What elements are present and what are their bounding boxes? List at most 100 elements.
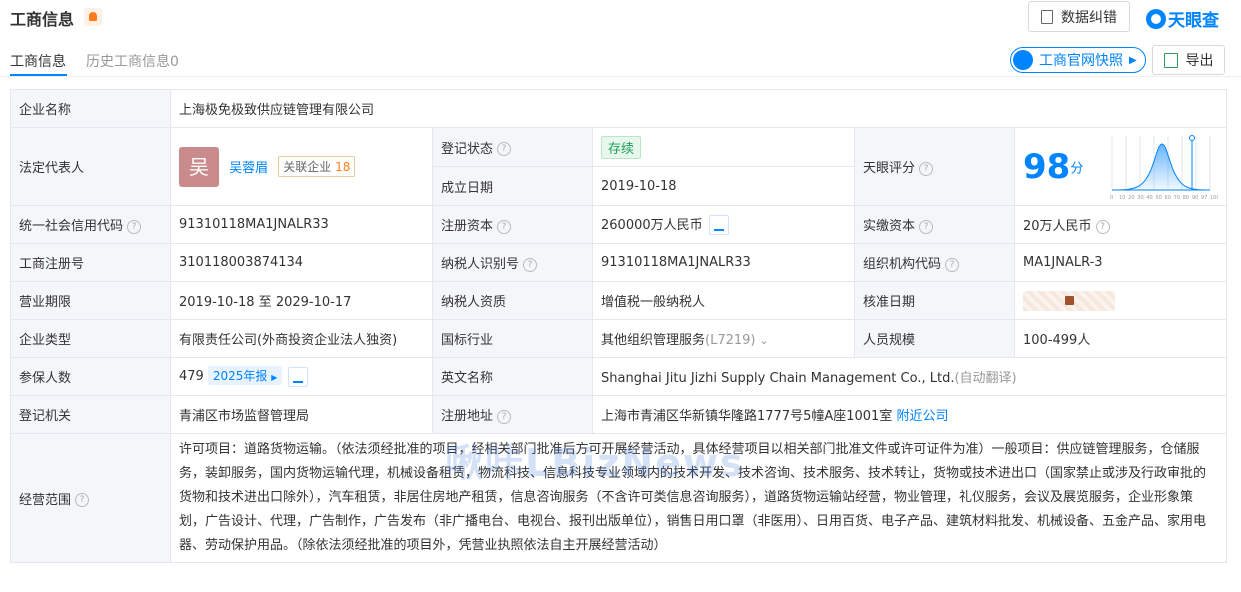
type-label: 企业类型	[10, 319, 171, 358]
english-name: Shanghai Jitu Jizhi Supply Chain Managem…	[601, 371, 955, 386]
score-cell: 98分 0 10 20 30 40 50 60 70 80 90 97 100	[1013, 127, 1228, 206]
help-icon[interactable]: ?	[919, 161, 934, 176]
org-code-label: 组织机构代码?	[854, 243, 1015, 282]
legal-rep-cell: 吴 吴蓉眉 关联企业 18	[170, 127, 433, 206]
help-icon[interactable]: ?	[1095, 219, 1110, 234]
table-row: 企业名称 上海极免极致供应链管理有限公司	[10, 89, 1228, 128]
reg-capital-cell: 260000万人民币	[592, 205, 855, 244]
term: 2019-10-18 至 2029-10-17	[170, 281, 433, 320]
auto-translate-note: (自动翻译)	[954, 371, 1017, 386]
official-snapshot-button[interactable]: 工商官网快照 ▶	[1010, 47, 1146, 73]
table-row: 登记机关 青浦区市场监督管理局 注册地址? 上海市青浦区华新镇华隆路1777号5…	[10, 395, 1228, 434]
score-tick-label: 10	[1119, 195, 1125, 201]
reg-status-label: 登记状态?	[432, 127, 593, 167]
approve-date-cell	[1013, 281, 1228, 320]
person-icon	[1013, 50, 1033, 70]
tab-business-info[interactable]: 工商信息	[10, 51, 66, 71]
industry-label: 国标行业	[432, 319, 593, 358]
related-companies-badge[interactable]: 关联企业 18	[278, 156, 356, 177]
chevron-down-icon[interactable]: ⌄	[760, 334, 769, 347]
score-marker-dot	[1189, 135, 1196, 141]
score-tick-label: 0	[1110, 195, 1113, 201]
founded-date: 2019-10-18	[592, 166, 855, 206]
reg-no: 310118003874134	[170, 243, 433, 282]
company-name-label: 企业名称	[10, 89, 171, 128]
org-code: MA1JNALR-3	[1013, 243, 1228, 282]
business-info-table: 企业名称 上海极免极致供应链管理有限公司 法定代表人 吴 吴蓉眉 关联企业 18…	[10, 89, 1228, 563]
score-label: 天眼评分?	[854, 127, 1015, 206]
snapshot-label: 工商官网快照	[1039, 53, 1123, 69]
nearby-companies-link[interactable]: 附近公司	[896, 409, 948, 424]
english-label: 英文名称	[432, 357, 593, 396]
tianyancha-logo-icon	[1146, 8, 1166, 29]
score-unit: 分	[1070, 161, 1084, 176]
score-distribution-chart: 0 10 20 30 40 50 60 70 80 90 97 100	[1110, 135, 1218, 201]
company-name: 上海极免极致供应链管理有限公司	[169, 89, 1228, 128]
staff: 100-499人	[1013, 319, 1228, 358]
term-label: 营业期限	[10, 281, 171, 320]
bell-icon[interactable]	[84, 8, 102, 26]
help-icon[interactable]: ?	[497, 219, 512, 234]
help-icon[interactable]: ?	[127, 219, 142, 234]
table-row: 参保人数 479 2025年报 ▶ 英文名称 Shanghai Jitu Jizh…	[10, 357, 1228, 396]
help-icon[interactable]: ?	[497, 409, 512, 424]
reg-status-cell: 存续	[592, 127, 855, 167]
paid-capital-label: 实缴资本?	[854, 205, 1015, 244]
score-tick-label: 100	[1210, 195, 1218, 201]
help-icon[interactable]: ?	[523, 257, 538, 272]
paid-capital: 20万人民币	[1023, 219, 1092, 234]
score-tick-label: 80	[1183, 195, 1189, 201]
legal-rep-link[interactable]: 吴蓉眉	[229, 161, 268, 176]
taxpayer-id: 91310118MA1JNALR33	[592, 243, 855, 282]
paid-capital-cell: 20万人民币?	[1013, 205, 1228, 244]
score-tick-label: 97	[1201, 195, 1207, 201]
table-row: 工商注册号 310118003874134 纳税人识别号? 91310118MA…	[10, 243, 1228, 282]
status-badge: 存续	[601, 135, 642, 159]
brand-logo[interactable]: 天眼查	[1146, 6, 1219, 31]
help-icon[interactable]: ?	[919, 219, 934, 234]
export-button[interactable]: 导出	[1152, 45, 1225, 75]
chevron-right-icon: ▶	[1129, 54, 1137, 66]
chevron-right-icon: ▶	[271, 373, 278, 383]
reg-capital: 260000万人民币	[601, 217, 703, 233]
score-tick-label: 50	[1156, 195, 1162, 201]
staff-label: 人员规模	[854, 319, 1015, 358]
avatar[interactable]: 吴	[179, 146, 219, 187]
annual-report-badge[interactable]: 2025年报 ▶	[207, 366, 283, 386]
help-icon[interactable]: ?	[75, 493, 90, 507]
tab-history-business-info[interactable]: 历史工商信息0	[86, 51, 179, 71]
table-row: 营业期限 2019-10-18 至 2029-10-17 纳税人资质 增值税一般…	[10, 281, 1228, 320]
industry-cell[interactable]: 其他组织管理服务(L7219) ⌄	[592, 319, 855, 358]
score-tick-label: 60	[1165, 195, 1171, 201]
credit-code: 91310118MA1JNALR33	[170, 205, 433, 244]
lock-icon[interactable]	[1023, 290, 1115, 311]
scope-label: 经营范围?	[10, 433, 171, 563]
founded-label: 成立日期	[432, 166, 593, 206]
watermark: 啾咔LBizNews	[445, 441, 745, 485]
chart-icon[interactable]	[288, 366, 309, 387]
related-label: 关联企业	[283, 160, 332, 174]
related-count: 18	[335, 160, 351, 174]
reg-capital-label: 注册资本?	[432, 205, 593, 244]
address-cell: 上海市青浦区华新镇华隆路1777号5幢A座1001室 附近公司	[591, 395, 1228, 434]
credit-code-label: 统一社会信用代码?	[10, 205, 171, 244]
english-cell: Shanghai Jitu Jizhi Supply Chain Managem…	[591, 357, 1228, 396]
insured-label: 参保人数	[10, 357, 171, 396]
export-label: 导出	[1185, 53, 1214, 69]
taxpayer-qual-label: 纳税人资质	[432, 281, 593, 320]
table-row: 企业类型 有限责任公司(外商投资企业法人独资) 国标行业 其他组织管理服务(L7…	[10, 319, 1228, 358]
data-correction-button[interactable]: 数据纠错	[1028, 1, 1130, 32]
address: 上海市青浦区华新镇华隆路1777号5幢A座1001室	[601, 409, 893, 424]
score-tick-label: 90	[1192, 195, 1198, 201]
excel-icon	[1163, 52, 1178, 68]
data-correction-label: 数据纠错	[1061, 9, 1117, 26]
legal-rep-label: 法定代表人	[10, 127, 171, 206]
industry: 其他组织管理服务	[601, 333, 706, 348]
taxpayer-id-label: 纳税人识别号?	[432, 243, 593, 282]
score-value: 98	[1023, 146, 1071, 187]
score-curve	[1112, 143, 1211, 191]
help-icon[interactable]: ?	[945, 257, 960, 272]
chart-icon[interactable]	[708, 215, 729, 236]
insured-cell: 479 2025年报 ▶	[170, 357, 433, 396]
help-icon[interactable]: ?	[497, 142, 512, 156]
